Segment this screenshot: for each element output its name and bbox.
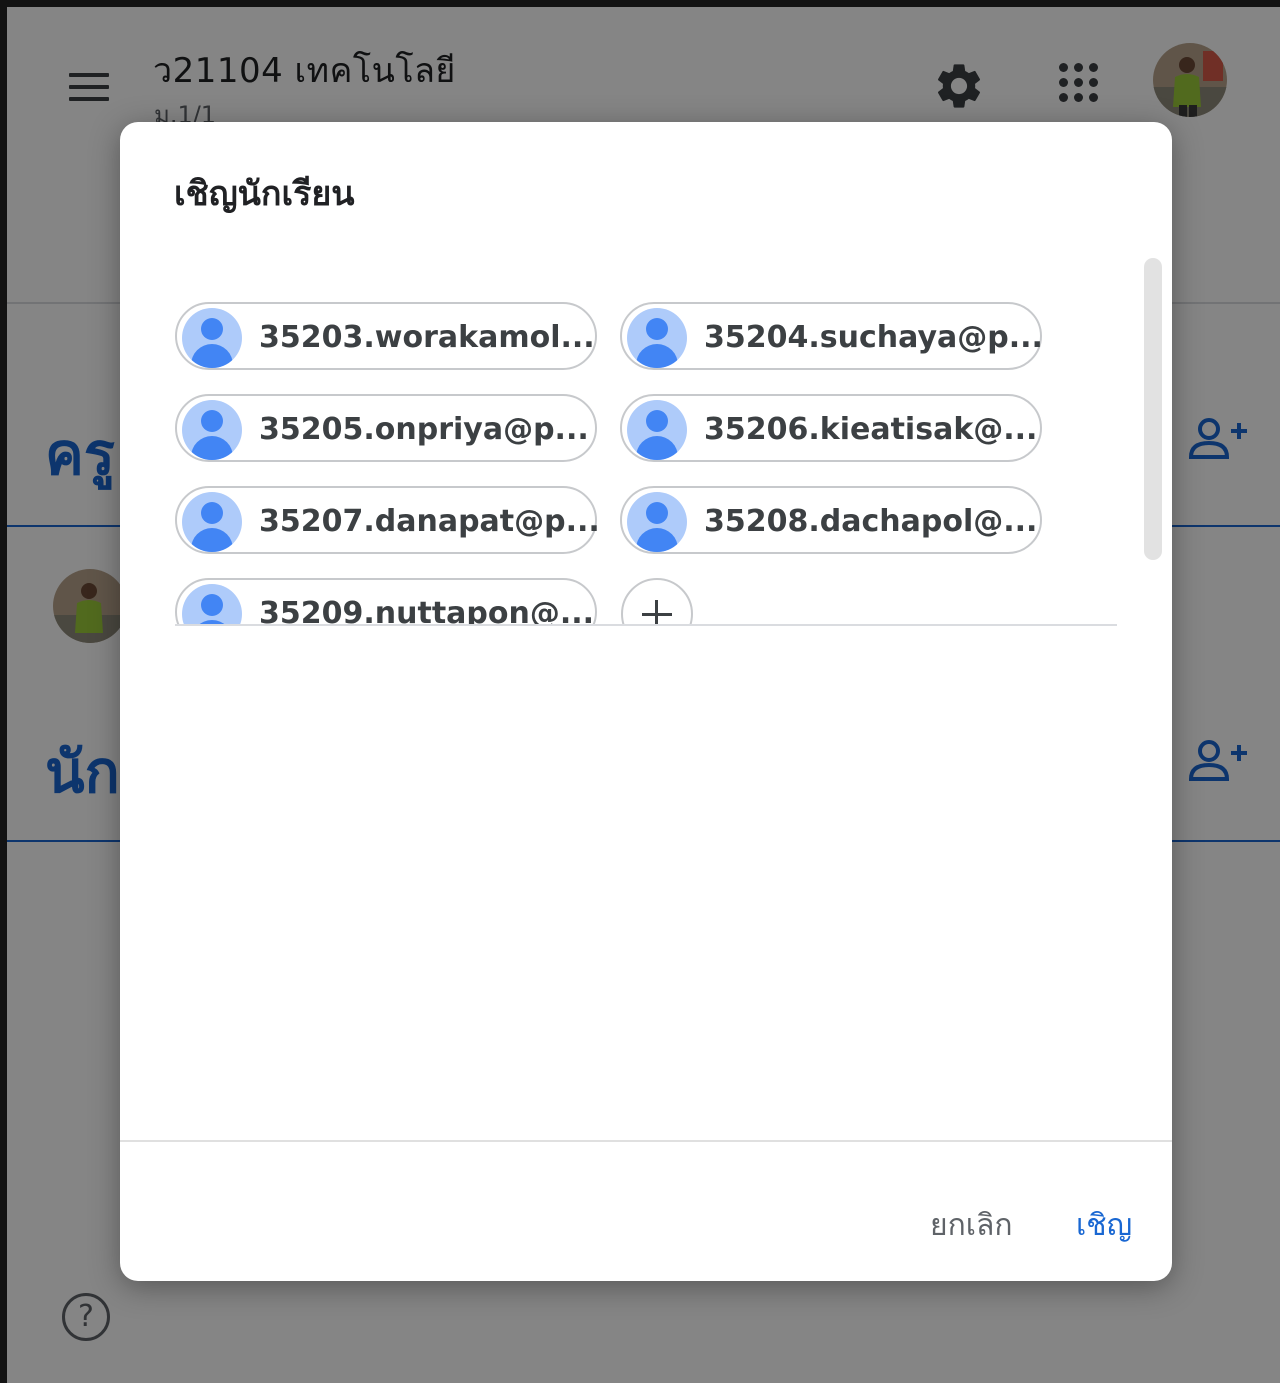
invite-button[interactable]: เชิญ	[1076, 1202, 1132, 1249]
person-icon	[182, 584, 242, 626]
add-recipient-button[interactable]	[621, 578, 693, 626]
person-icon	[182, 308, 242, 368]
person-icon	[627, 308, 687, 368]
invite-students-dialog: เชิญนักเรียน 35203.worakamol... 35204.su…	[120, 122, 1172, 1281]
person-icon	[182, 400, 242, 460]
person-icon	[182, 492, 242, 552]
input-underline	[175, 624, 1117, 626]
chip-label: 35207.danapat@p...	[259, 504, 600, 539]
recipient-chip[interactable]: 35205.onpriya@p...	[175, 394, 597, 462]
chip-label: 35203.worakamol...	[259, 320, 595, 355]
dialog-title: เชิญนักเรียน	[174, 174, 355, 214]
person-icon	[627, 492, 687, 552]
chip-label: 35204.suchaya@p...	[704, 320, 1043, 355]
recipient-chip[interactable]: 35203.worakamol...	[175, 302, 597, 370]
scrollbar[interactable]	[1144, 258, 1162, 560]
footer-divider	[120, 1140, 1172, 1142]
recipient-chip[interactable]: 35204.suchaya@p...	[620, 302, 1043, 370]
chip-label: 35206.kieatisak@...	[704, 412, 1038, 447]
chip-label: 35205.onpriya@p...	[259, 412, 589, 447]
cancel-button[interactable]: ยกเลิก	[930, 1202, 1013, 1249]
recipient-chip[interactable]: 35207.danapat@p...	[175, 486, 600, 554]
chip-label: 35209.nuttapon@...	[259, 596, 595, 626]
person-icon	[627, 400, 687, 460]
chip-label: 35208.dachapol@...	[704, 504, 1038, 539]
recipient-chip[interactable]: 35209.nuttapon@...	[175, 578, 597, 626]
recipient-chips: 35203.worakamol... 35204.suchaya@p... 35…	[175, 300, 1117, 626]
recipient-chip[interactable]: 35208.dachapol@...	[620, 486, 1042, 554]
recipient-chip[interactable]: 35206.kieatisak@...	[620, 394, 1042, 462]
